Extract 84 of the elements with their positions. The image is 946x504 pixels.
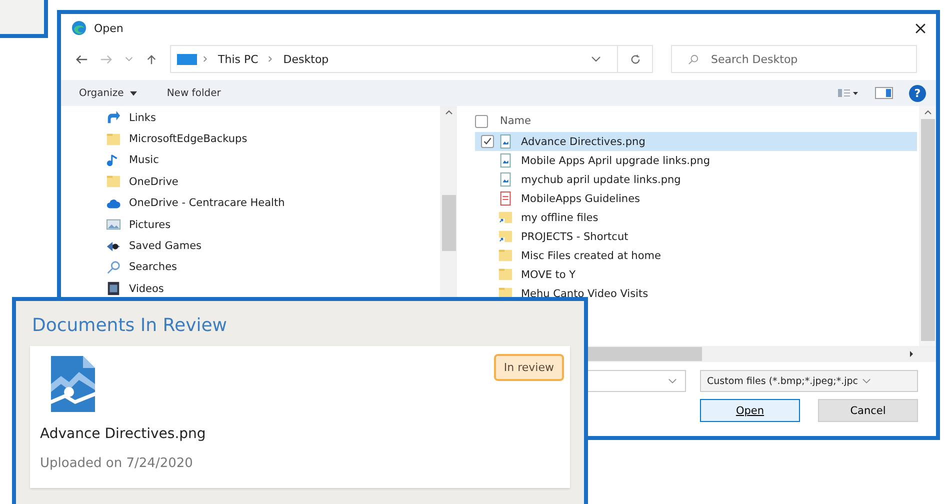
- scrollbar-thumb[interactable]: [442, 195, 456, 251]
- caret-icon: [130, 90, 137, 96]
- toolbar-button[interactable]: New folder: [166, 88, 221, 98]
- file-type-dropdown[interactable]: Custom files (*.bmp;*.jpeg;*.jpc: [700, 370, 918, 392]
- dialog-title: Open: [94, 22, 124, 34]
- shortcut-folder-icon: [498, 229, 513, 244]
- navigation-item[interactable]: OneDrive: [106, 171, 440, 193]
- file-row[interactable]: PROJECTS - Shortcut: [475, 227, 917, 246]
- navigation-item[interactable]: Links: [106, 107, 440, 128]
- navigation-item[interactable]: Searches: [106, 256, 440, 278]
- triangle-right-icon[interactable]: [909, 350, 914, 358]
- file-name: MOVE to Y: [521, 268, 576, 280]
- breadcrumb-item[interactable]: Desktop: [283, 52, 329, 66]
- document-card[interactable]: Advance Directives.png Uploaded on 7/24/2020 In review: [30, 346, 570, 488]
- file-row[interactable]: mychub april update links.png: [475, 170, 917, 189]
- preview-pane-icon[interactable]: [875, 87, 893, 99]
- arrow-icon: [106, 110, 121, 126]
- file-row[interactable]: Mobile Apps April upgrade links.png: [475, 151, 917, 170]
- navigation-item[interactable]: Videos: [106, 278, 440, 300]
- up-arrow-icon[interactable]: [145, 54, 158, 64]
- back-arrow-icon[interactable]: [75, 54, 88, 64]
- image-file-icon: [498, 153, 513, 168]
- search-input[interactable]: Search Desktop: [709, 52, 883, 66]
- cancel-button[interactable]: Cancel: [818, 399, 918, 422]
- search-icon: [106, 260, 121, 275]
- search-icon: [688, 54, 699, 64]
- chevron-right-icon: [203, 55, 208, 63]
- status-badge: In review: [494, 354, 564, 381]
- file-name: my offline files: [521, 212, 598, 224]
- image-file-icon: [49, 354, 97, 414]
- computer-icon: [177, 54, 197, 64]
- file-name: PROJECTS - Shortcut: [521, 230, 628, 242]
- file-row[interactable]: MOVE to Y: [475, 265, 917, 284]
- file-name: mychub april update links.png: [521, 174, 681, 186]
- chevron-down-icon[interactable]: [125, 56, 133, 62]
- address-bar[interactable]: This PC Desktop: [170, 45, 653, 73]
- image-file-icon: [498, 134, 513, 149]
- image-file-icon: [498, 172, 513, 187]
- navigation-item[interactable]: OneDrive - Centracare Health: [106, 192, 440, 214]
- browser-icon: [71, 20, 87, 36]
- chevron-up-icon[interactable]: [444, 110, 452, 115]
- file-row[interactable]: Advance Directives.png: [475, 132, 917, 151]
- film-icon: [106, 281, 121, 296]
- file-name: Advance Directives.png: [521, 136, 646, 148]
- file-row[interactable]: my offline files: [475, 208, 917, 227]
- navigation-item[interactable]: MicrosoftEdgeBackups: [106, 128, 440, 150]
- navigation-item[interactable]: Saved Games: [106, 235, 440, 257]
- folder-icon: [106, 174, 121, 190]
- checkbox[interactable]: [475, 114, 488, 128]
- upload-date: Uploaded on 7/24/2020: [40, 456, 193, 471]
- picture-icon: [106, 217, 121, 232]
- panel-title: Documents In Review: [32, 315, 228, 336]
- file-name: MobileApps Guidelines: [521, 192, 640, 204]
- navigation-item[interactable]: Pictures: [106, 214, 440, 236]
- help-button[interactable]: ?: [909, 84, 926, 102]
- chevron-down-icon[interactable]: [591, 56, 601, 62]
- chevron-down-icon[interactable]: [668, 378, 677, 384]
- file-name: Misc Files created at home: [521, 250, 661, 262]
- scrollbar-thumb[interactable]: [920, 119, 934, 341]
- folder-icon: [498, 267, 513, 282]
- search-field[interactable]: Search Desktop: [671, 45, 917, 73]
- refresh-icon[interactable]: [630, 54, 640, 64]
- open-button[interactable]: Open: [700, 399, 800, 422]
- checkbox[interactable]: [481, 135, 494, 148]
- file-name: Advance Directives.png: [40, 426, 206, 442]
- chevron-up-icon[interactable]: [924, 110, 932, 115]
- shortcut-folder-icon: [498, 210, 513, 225]
- close-icon[interactable]: [915, 22, 926, 34]
- chevron-down-icon[interactable]: [862, 378, 872, 384]
- folder-icon: [106, 132, 121, 147]
- file-name: Mehu Canto Video Visits: [521, 288, 648, 300]
- file-row[interactable]: MobileApps Guidelines: [475, 189, 917, 208]
- chevron-right-icon: [268, 55, 274, 63]
- window-edge: [0, 0, 48, 38]
- folder-icon: [498, 248, 513, 263]
- organize-menu-button[interactable]: Organize: [79, 88, 137, 98]
- scrollbar[interactable]: [919, 106, 936, 346]
- column-header[interactable]: Name: [500, 115, 531, 127]
- file-name: Mobile Apps April upgrade links.png: [521, 154, 710, 166]
- breadcrumb-item[interactable]: This PC: [218, 52, 258, 66]
- view-options-icon[interactable]: [837, 88, 859, 98]
- navigation-item[interactable]: Music: [106, 150, 440, 172]
- document-icon: [498, 191, 513, 206]
- file-row[interactable]: Misc Files created at home: [475, 246, 917, 265]
